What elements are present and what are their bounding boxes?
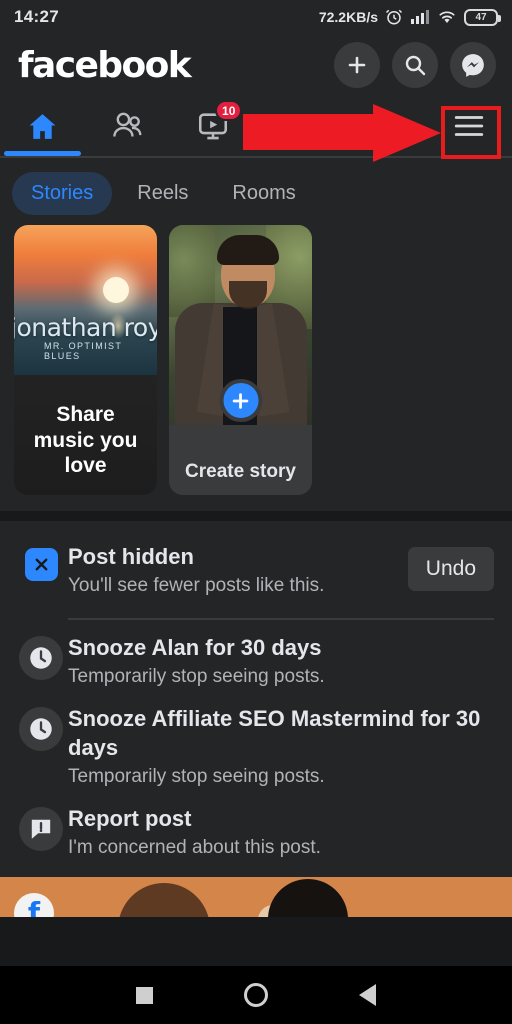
clock-icon <box>19 636 63 681</box>
album-art-image: jonathan roy MR. OPTIMIST BLUES <box>14 225 157 375</box>
messenger-icon <box>462 54 484 77</box>
post-hidden-text: Post hidden You'll see fewer posts like … <box>68 543 408 598</box>
stories-section: Stories Reels Rooms jonathan roy MR. OPT… <box>0 158 512 511</box>
hamburger-menu-icon <box>455 116 484 136</box>
divider <box>68 618 494 621</box>
peek-person-two <box>268 878 348 917</box>
post-hidden-subtitle: You'll see fewer posts like this. <box>68 574 325 596</box>
friends-icon <box>113 112 142 137</box>
back-button[interactable] <box>359 984 377 1006</box>
story-card-list: jonathan roy MR. OPTIMIST BLUES Share mu… <box>0 225 512 495</box>
active-tab-underline <box>4 151 82 156</box>
search-icon <box>405 55 426 76</box>
home-button[interactable] <box>243 983 268 1007</box>
report-post-row[interactable]: Report post I'm concerned about this pos… <box>0 797 512 868</box>
status-bar: 14:27 72.2KB/s 47 <box>0 0 512 34</box>
stories-chip-row: Stories Reels Rooms <box>0 166 512 225</box>
snooze-alan-icon-wrap <box>14 634 68 681</box>
post-options-card: Post hidden You'll see fewer posts like … <box>0 521 512 877</box>
report-post-title: Report post <box>68 806 192 832</box>
network-speed-text: 72.2KB/s <box>318 9 378 25</box>
alarm-clock-icon <box>385 9 403 25</box>
report-post-subtitle: I'm concerned about this post. <box>68 836 321 858</box>
status-indicators: 72.2KB/s 47 <box>318 8 501 26</box>
snooze-affiliate-seo-row[interactable]: Snooze Affiliate SEO Mastermind for 30 d… <box>0 697 512 797</box>
snooze-alan-text: Snooze Alan for 30 days Temporarily stop… <box>68 634 494 689</box>
post-hidden-row: Post hidden You'll see fewer posts like … <box>0 535 512 606</box>
chip-reels[interactable]: Reels <box>118 172 207 215</box>
create-story-label: Create story <box>185 461 296 482</box>
album-title: MR. OPTIMIST BLUES <box>44 341 123 361</box>
report-flag-icon <box>19 807 63 852</box>
photo-hair <box>217 235 279 265</box>
post-hidden-title: Post hidden <box>68 544 194 569</box>
status-time: 14:27 <box>14 7 59 26</box>
snooze-affiliate-title: Snooze Affiliate SEO Mastermind for 30 d… <box>68 706 481 761</box>
phone-screen: 14:27 72.2KB/s 47 facebook 10 Stories Re… <box>0 0 512 1024</box>
plus-icon <box>348 56 366 74</box>
header-actions <box>334 42 496 88</box>
create-button[interactable] <box>334 42 380 88</box>
messenger-button[interactable] <box>450 42 496 88</box>
peek-person-one <box>118 882 210 917</box>
wifi-icon <box>439 11 455 23</box>
sun-decoration <box>103 277 129 303</box>
facebook-logo: facebook <box>18 44 192 86</box>
story-card-create-story[interactable]: Create story <box>169 225 312 495</box>
snooze-affiliate-icon-wrap <box>14 705 68 752</box>
story-card-share-music[interactable]: jonathan roy MR. OPTIMIST BLUES Share mu… <box>14 225 157 495</box>
create-story-plus-button[interactable] <box>219 379 262 422</box>
snooze-affiliate-subtitle: Temporarily stop seeing posts. <box>68 765 325 787</box>
tab-home[interactable] <box>0 96 85 156</box>
snooze-alan-row[interactable]: Snooze Alan for 30 days Temporarily stop… <box>0 626 512 697</box>
chip-stories[interactable]: Stories <box>12 172 113 215</box>
home-icon <box>29 113 56 139</box>
watch-badge: 10 <box>215 100 243 121</box>
battery-level-text: 47 <box>475 11 487 23</box>
next-post-preview[interactable]: f <box>0 876 512 917</box>
create-story-footer <box>169 425 312 495</box>
search-button[interactable] <box>392 42 438 88</box>
undo-button[interactable]: Undo <box>407 547 494 591</box>
story-card-caption: Share music you love <box>33 403 138 478</box>
tab-friends[interactable] <box>85 96 170 156</box>
clock-icon <box>19 707 63 752</box>
snooze-alan-subtitle: Temporarily stop seeing posts. <box>68 665 325 687</box>
report-post-icon-wrap <box>14 805 68 852</box>
app-header: facebook <box>0 34 512 96</box>
recents-button[interactable] <box>135 986 153 1004</box>
post-hidden-icon-wrap <box>14 543 68 581</box>
report-post-text: Report post I'm concerned about this pos… <box>68 805 494 860</box>
section-gap <box>0 511 512 521</box>
facebook-badge-icon: f <box>14 892 54 917</box>
android-navigation-bar <box>0 966 512 1024</box>
album-artist-name: jonathan roy <box>14 313 157 342</box>
annotation-arrow <box>243 104 441 162</box>
battery-indicator: 47 <box>464 8 501 26</box>
snooze-affiliate-text: Snooze Affiliate SEO Mastermind for 30 d… <box>68 705 494 789</box>
close-x-icon <box>24 548 58 581</box>
plus-icon <box>232 392 249 409</box>
chip-rooms[interactable]: Rooms <box>213 172 314 215</box>
snooze-alan-title: Snooze Alan for 30 days <box>68 635 322 661</box>
cellular-signal-icon <box>411 10 429 24</box>
